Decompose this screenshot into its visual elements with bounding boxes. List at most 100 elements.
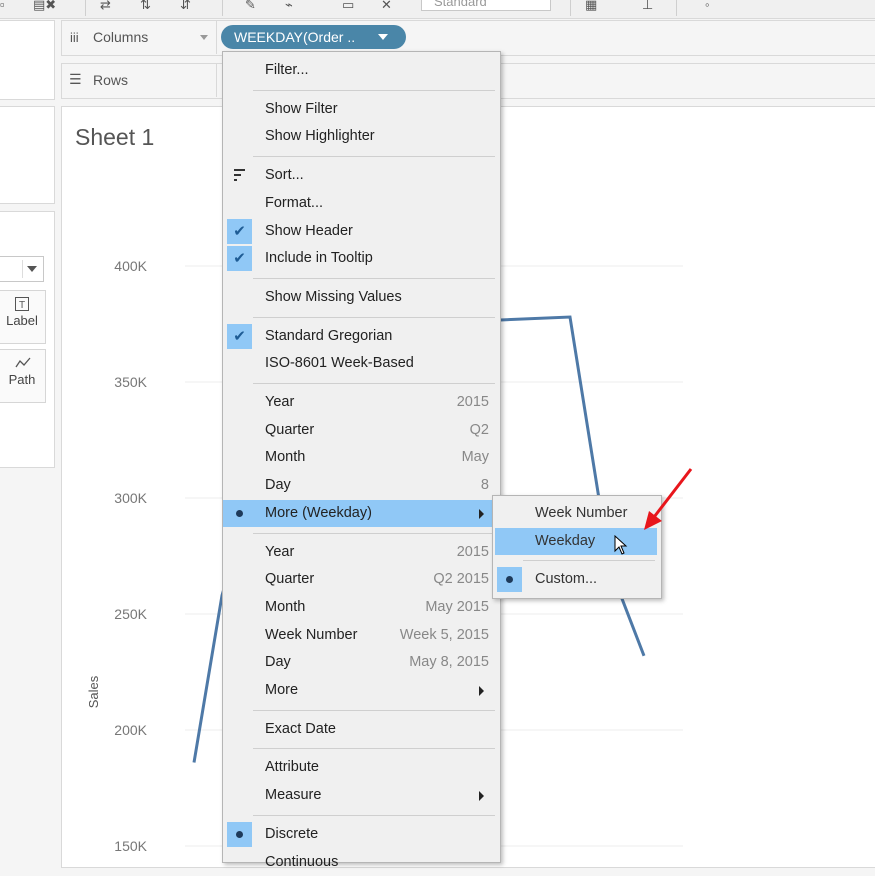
sort-ascending-icon[interactable]: ⇅ bbox=[140, 0, 151, 12]
weekday-order-date-pill[interactable]: WEEKDAY(Order .. bbox=[221, 25, 406, 49]
menu-item-label: Exact Date bbox=[265, 720, 336, 737]
labels-icon[interactable]: ▭ bbox=[342, 0, 354, 12]
sort-icon bbox=[234, 169, 245, 182]
show-cards-icon[interactable]: ▦ bbox=[585, 0, 597, 12]
menu-item-label: Show Missing Values bbox=[265, 288, 402, 305]
toolbar-divider bbox=[570, 0, 571, 16]
menu-item-example-value: May 8, 2015 bbox=[409, 654, 489, 671]
menu-item-discrete[interactable]: Discrete bbox=[223, 821, 500, 848]
clear-sheet-icon[interactable]: ▤✖ bbox=[33, 0, 56, 12]
menu-item-day[interactable]: Day 8 bbox=[223, 472, 500, 499]
menu-item-include-in-tooltip[interactable]: ✔ Include in Tooltip bbox=[223, 245, 500, 272]
highlight-icon[interactable]: ✎ bbox=[245, 0, 256, 12]
menu-item-label: Include in Tooltip bbox=[265, 250, 373, 267]
menu-item-custom[interactable]: Custom... bbox=[493, 566, 661, 593]
menu-item-quarter[interactable]: Quarter Q2 bbox=[223, 417, 500, 444]
submenu-arrow-icon bbox=[479, 686, 484, 696]
menu-item-label: Weekday bbox=[535, 533, 596, 549]
fit-dropdown-value: Standard bbox=[434, 0, 487, 9]
label-mark-label: Label bbox=[6, 313, 38, 328]
radio-dot-icon bbox=[227, 501, 252, 526]
annotation-arrow-icon bbox=[644, 468, 693, 530]
menu-item-example-value: Q2 bbox=[469, 421, 489, 438]
menu-item-show-highlighter[interactable]: Show Highlighter bbox=[223, 123, 500, 150]
menu-item-example-value: Week 5, 2015 bbox=[399, 626, 489, 643]
menu-item-filter[interactable]: Filter... bbox=[223, 57, 500, 84]
label-icon: T bbox=[15, 297, 29, 311]
group-icon[interactable]: ⌁ bbox=[285, 0, 293, 12]
filters-card bbox=[0, 106, 55, 204]
menu-item-day[interactable]: Day May 8, 2015 bbox=[223, 649, 500, 676]
menu-separator bbox=[253, 156, 495, 158]
menu-item-show-header[interactable]: ✔ Show Header bbox=[223, 218, 500, 245]
menu-separator bbox=[253, 709, 495, 711]
pin-icon[interactable]: ✕ bbox=[381, 0, 392, 12]
menu-separator bbox=[253, 316, 495, 318]
menu-item-example-value: May 2015 bbox=[425, 598, 489, 615]
fit-dropdown[interactable]: Standard bbox=[421, 0, 551, 11]
menu-item-more-weekday[interactable]: More (Weekday) bbox=[223, 499, 500, 527]
menu-item-label: ISO-8601 Week-Based bbox=[265, 355, 414, 372]
columns-label: Columns bbox=[93, 29, 149, 45]
svg-text:T: T bbox=[19, 300, 25, 311]
menu-item-label: Year bbox=[265, 543, 295, 560]
y-tick-label: 200K bbox=[114, 722, 147, 738]
menu-item-standard-gregorian[interactable]: ✔ Standard Gregorian bbox=[223, 323, 500, 350]
menu-item-show-missing-values[interactable]: Show Missing Values bbox=[223, 284, 500, 311]
menu-item-week-number[interactable]: Week Number bbox=[493, 500, 661, 527]
menu-item-measure[interactable]: Measure bbox=[223, 782, 500, 809]
menu-item-label: Attribute bbox=[265, 759, 319, 776]
menu-item-label: Standard Gregorian bbox=[265, 327, 393, 344]
tooltip-icon[interactable]: ⊥ bbox=[642, 0, 653, 12]
y-axis-ticks: 400K 350K 300K 250K 200K 150K bbox=[114, 258, 147, 854]
submenu-arrow-icon bbox=[479, 791, 484, 802]
y-tick-label: 400K bbox=[114, 258, 147, 274]
menu-item-attribute[interactable]: Attribute bbox=[223, 754, 500, 781]
menu-item-iso-8601-week-based[interactable]: ISO-8601 Week-Based bbox=[223, 350, 500, 377]
menu-item-label: Sort... bbox=[265, 167, 304, 184]
checkmark-icon: ✔ bbox=[227, 323, 252, 349]
toolbar-edge-icon[interactable]: ▫ bbox=[0, 0, 5, 12]
chevron-down-icon bbox=[27, 266, 37, 272]
swap-icon[interactable]: ⇄ bbox=[100, 0, 111, 12]
menu-item-week-number[interactable]: Week Number Week 5, 2015 bbox=[223, 622, 500, 649]
menu-item-label: Day bbox=[265, 477, 291, 494]
columns-icon: iii bbox=[70, 30, 79, 45]
menu-item-year[interactable]: Year 2015 bbox=[223, 539, 500, 566]
pill-dropdown-icon[interactable] bbox=[378, 34, 388, 40]
menu-separator bbox=[523, 560, 655, 561]
menu-item-label: More (Weekday) bbox=[265, 504, 372, 521]
menu-item-label: Filter... bbox=[265, 62, 309, 78]
menu-item-weekday[interactable]: Weekday bbox=[495, 528, 657, 555]
menu-item-more[interactable]: More bbox=[223, 677, 500, 704]
menu-item-label: Custom... bbox=[535, 571, 598, 587]
path-mark-label: Path bbox=[8, 372, 36, 387]
menu-item-label: Day bbox=[265, 654, 291, 671]
menu-item-month[interactable]: Month May 2015 bbox=[223, 594, 500, 621]
menu-item-example-value: 8 bbox=[480, 477, 489, 494]
menu-item-sort[interactable]: Sort... bbox=[223, 162, 500, 189]
menu-item-label: Measure bbox=[265, 787, 322, 804]
pill-label: WEEKDAY(Order .. bbox=[234, 29, 356, 45]
menu-item-format[interactable]: Format... bbox=[223, 190, 500, 217]
menu-item-label: Show Highlighter bbox=[265, 128, 375, 145]
submenu-arrow-icon bbox=[479, 508, 484, 519]
menu-item-label: Continuous bbox=[265, 853, 339, 870]
menu-item-month[interactable]: Month May bbox=[223, 444, 500, 471]
y-tick-label: 250K bbox=[114, 606, 147, 622]
mark-type-dropdown[interactable] bbox=[0, 256, 44, 282]
y-axis-label: Sales bbox=[86, 675, 101, 708]
label-mark-button[interactable]: T Label bbox=[0, 290, 46, 344]
columns-chevron-icon[interactable] bbox=[200, 35, 208, 40]
y-tick-label: 350K bbox=[114, 374, 147, 390]
menu-item-year[interactable]: Year 2015 bbox=[223, 389, 500, 416]
path-mark-button[interactable]: Path bbox=[0, 349, 46, 403]
sort-descending-icon[interactable]: ⇵ bbox=[180, 0, 191, 12]
menu-item-label: Week Number bbox=[535, 505, 628, 521]
menu-item-exact-date[interactable]: Exact Date bbox=[223, 716, 500, 743]
shelf-divider bbox=[216, 20, 217, 54]
menu-item-continuous[interactable]: Continuous bbox=[223, 849, 500, 876]
share-icon[interactable]: ◦ bbox=[705, 0, 710, 12]
menu-item-quarter[interactable]: Quarter Q2 2015 bbox=[223, 566, 500, 593]
menu-item-show-filter[interactable]: Show Filter bbox=[223, 96, 500, 123]
